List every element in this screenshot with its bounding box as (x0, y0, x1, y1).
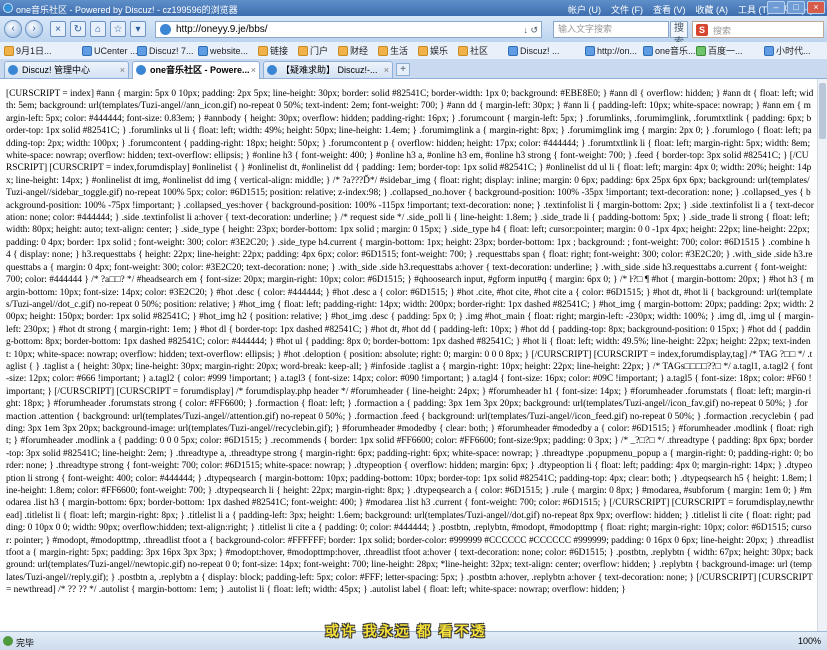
tab-label: 【疑难求助】 Discuz!-... (281, 65, 378, 75)
favorite-item[interactable]: one音乐... (643, 44, 696, 57)
close-tab-icon[interactable]: × (384, 62, 389, 78)
tab-favicon-icon (136, 65, 146, 75)
site-favicon-icon (160, 24, 171, 35)
address-go-icons[interactable]: ↓ ↺ (523, 23, 538, 38)
page-content: [CURSCRIPT = index] #ann { margin: 5px 0… (0, 79, 817, 631)
window-title: one音乐社区 - Powered by Discuz! - cz199596的… (16, 5, 238, 15)
tab-label: one音乐社区 - Powere... (150, 65, 250, 75)
browser-logo-icon (3, 3, 13, 13)
minimize-button[interactable]: – (767, 1, 785, 14)
favorite-item[interactable]: http://on... (585, 44, 637, 57)
favorites-bar: 9月1日... UCenter ... Discuz! 7... website… (0, 42, 827, 60)
page-icon (764, 45, 774, 56)
address-url: http://oneyy.9.je/bbs/ (176, 24, 268, 35)
folder-icon (4, 45, 14, 56)
folder-icon (298, 45, 308, 56)
address-bar[interactable]: http://oneyy.9.je/bbs/ ↓ ↺ (155, 21, 542, 38)
favorite-item[interactable]: 百度一... (696, 44, 743, 57)
vertical-scrollbar[interactable] (817, 79, 827, 631)
tab-bar: Discuz! 管理中心 × one音乐社区 - Powere... × 【疑难… (0, 59, 827, 79)
tab-label: Discuz! 管理中心 (22, 65, 91, 75)
folder-icon (338, 45, 348, 56)
favorite-item[interactable]: 财经 (338, 44, 368, 57)
page-icon (508, 45, 518, 56)
favorite-item[interactable]: Discuz! 7... (137, 44, 194, 57)
favorite-item[interactable]: 娱乐 (418, 44, 448, 57)
search-engine-logo-icon: S (696, 24, 708, 36)
lyric-caption: 或许 我永远 都 看不透 (325, 623, 487, 639)
dropdown-button[interactable]: ▾ (130, 21, 146, 37)
folder-icon (418, 45, 428, 56)
page-icon (585, 45, 595, 56)
page-icon (643, 45, 653, 56)
close-window-button[interactable]: × (807, 1, 825, 14)
menu-tools[interactable]: 工具 (T) (738, 3, 770, 16)
tab-help-request[interactable]: 【疑难求助】 Discuz!-... × (263, 61, 393, 78)
status-done-icon (3, 636, 13, 646)
tab-discuz-admin[interactable]: Discuz! 管理中心 × (4, 61, 129, 78)
favorite-item[interactable]: 小时代... (764, 44, 811, 57)
navigation-toolbar: ‹ › × ↻ ⌂ ☆ ▾ http://oneyy.9.je/bbs/ ↓ ↺… (0, 16, 827, 48)
engine-search-label: 搜索 (713, 26, 732, 36)
zoom-level[interactable]: 100% (798, 636, 821, 646)
favorite-item[interactable]: Discuz! ... (508, 44, 560, 57)
status-text: 完毕 (16, 638, 35, 648)
tab-favicon-icon (8, 65, 18, 75)
favorite-item[interactable]: website... (198, 44, 248, 57)
close-tab-icon[interactable]: × (120, 62, 125, 78)
page-icon (696, 45, 706, 56)
folder-icon (378, 45, 388, 56)
raw-css-text: [CURSCRIPT = index] #ann { margin: 5px 0… (6, 89, 817, 596)
favorite-item[interactable]: 生活 (378, 44, 408, 57)
scrollbar-thumb[interactable] (819, 83, 826, 139)
search-button[interactable]: 搜索 (670, 21, 688, 48)
favorite-item[interactable]: 门户 (298, 44, 328, 57)
folder-icon (458, 45, 468, 56)
tab-one-music[interactable]: one音乐社区 - Powere... × (132, 61, 260, 79)
page-icon (137, 45, 147, 56)
back-button[interactable]: ‹ (4, 20, 22, 38)
new-tab-button[interactable]: + (396, 63, 410, 76)
tab-favicon-icon (267, 65, 277, 75)
favorite-item[interactable]: 9月1日... (4, 44, 52, 57)
close-page-button[interactable]: × (50, 21, 66, 37)
menu-favorites[interactable]: 收藏 (A) (696, 3, 729, 16)
menu-file[interactable]: 文件 (F) (611, 3, 643, 16)
window-titlebar: one音乐社区 - Powered by Discuz! - cz199596的… (0, 0, 827, 16)
maximize-button[interactable]: □ (787, 1, 805, 14)
close-tab-icon[interactable]: × (251, 62, 256, 78)
page-icon (82, 45, 92, 56)
menu-view[interactable]: 查看 (V) (653, 3, 686, 16)
page-icon (198, 45, 208, 56)
search-input[interactable]: 输入文字搜索 (553, 21, 669, 38)
favorites-star-button[interactable]: ☆ (110, 21, 126, 37)
favorite-item[interactable]: UCenter ... (82, 44, 138, 57)
forward-button[interactable]: › (25, 20, 43, 38)
favorite-item[interactable]: 社区 (458, 44, 488, 57)
refresh-button[interactable]: ↻ (70, 21, 86, 37)
window-controls: – □ × (767, 1, 825, 14)
engine-search-box[interactable]: S 搜索 (692, 21, 824, 38)
menu-account[interactable]: 帐户 (U) (568, 3, 601, 16)
home-button[interactable]: ⌂ (90, 21, 106, 37)
favorite-item[interactable]: 链接 (258, 44, 288, 57)
folder-icon (258, 45, 268, 56)
